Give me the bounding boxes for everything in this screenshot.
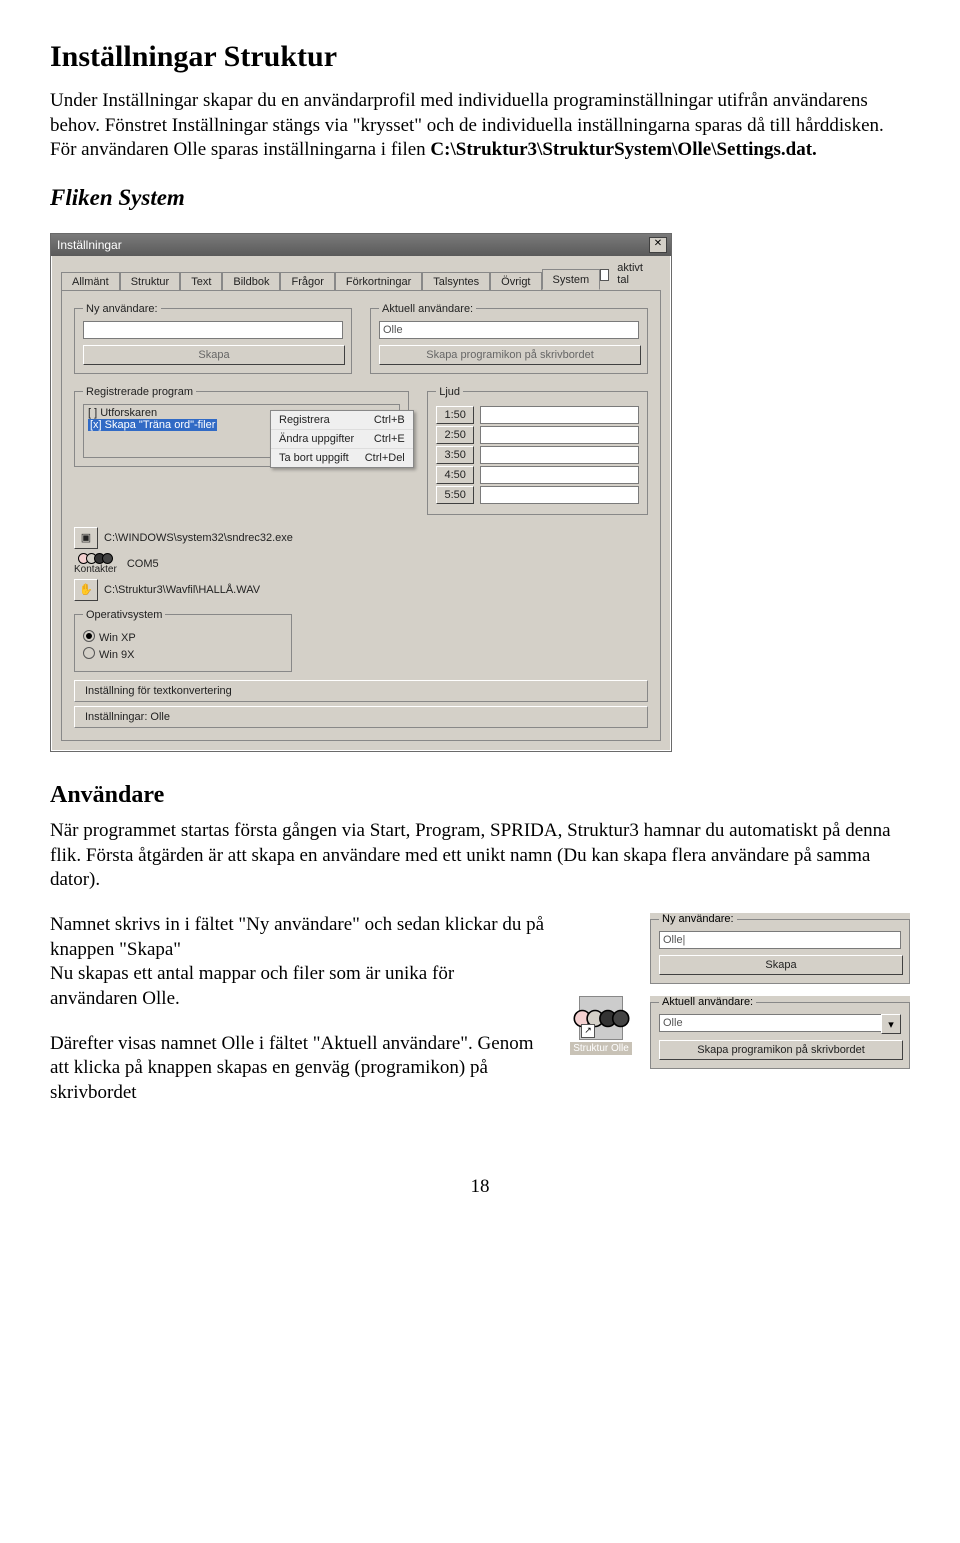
snippet-akt-input[interactable] (659, 1014, 882, 1032)
recorder-icon[interactable]: ▣ (74, 527, 98, 549)
menu-label: Ta bort uppgift (279, 452, 349, 464)
tab-system[interactable]: System (542, 269, 601, 290)
ljud-button[interactable]: 4:50 (436, 466, 474, 484)
snippet-ny-anvandare: Ny användare: Skapa (650, 913, 910, 984)
com-port-label: COM5 (127, 558, 159, 570)
desktop-shortcut-icon[interactable]: ↗ Struktur Olle (566, 996, 636, 1055)
aktuell-anvandare-input[interactable] (379, 321, 639, 339)
kontakter-icon (78, 553, 113, 564)
tab-text[interactable]: Text (180, 272, 222, 291)
tab-struktur[interactable]: Struktur (120, 272, 181, 291)
settings-path: C:\Struktur3\StrukturSystem\Olle\Setting… (430, 139, 816, 160)
registrerade-program-legend: Registrerade program (83, 386, 196, 398)
snippet-ny-input[interactable] (659, 931, 901, 949)
aktivt-tal-label: aktivt tal (617, 262, 646, 286)
ljud-input[interactable] (480, 426, 639, 444)
operativsystem-legend: Operativsystem (83, 609, 165, 621)
settings-dialog: Inställningar ✕ Allmänt Struktur Text Bi… (50, 233, 672, 752)
dropdown-icon[interactable]: ▾ (881, 1014, 901, 1034)
menu-label: Ändra uppgifter (279, 433, 354, 445)
radio-icon (83, 647, 95, 659)
menu-shortcut: Ctrl+Del (365, 452, 405, 464)
tab-allmant[interactable]: Allmänt (61, 272, 120, 291)
context-menu: Registrera Ctrl+B Ändra uppgifter Ctrl+E… (270, 410, 414, 468)
menu-label: Registrera (279, 414, 330, 426)
aktuell-anvandare-group: Aktuell användare: Skapa programikon på … (370, 303, 648, 374)
anvandare-paragraph-4: Därefter visas namnet Olle i fältet "Akt… (50, 1032, 546, 1106)
aktivt-tal-checkbox[interactable] (600, 269, 609, 281)
page-title: Inställningar Struktur (50, 40, 910, 74)
menu-shortcut: Ctrl+B (374, 414, 405, 426)
ljud-button[interactable]: 3:50 (436, 446, 474, 464)
ljud-row: 1:50 (436, 406, 639, 424)
ljud-input[interactable] (480, 486, 639, 504)
aktuell-anvandare-legend: Aktuell användare: (379, 303, 476, 315)
dialog-tabs: Allmänt Struktur Text Bildbok Frågor För… (51, 256, 671, 290)
snippet-akt-legend: Aktuell användare: (659, 996, 756, 1008)
ljud-input[interactable] (480, 406, 639, 424)
section-heading-anvandare: Användare (50, 782, 910, 809)
tab-ovrigt[interactable]: Övrigt (490, 272, 541, 291)
menu-shortcut: Ctrl+E (374, 433, 405, 445)
tab-fragor[interactable]: Frågor (280, 272, 334, 291)
section-heading-fliken: Fliken System (50, 183, 910, 213)
ljud-row: 4:50 (436, 466, 639, 484)
text: Nu skapas ett antal mappar och filer som… (50, 963, 454, 1009)
installningar-olle-button[interactable]: Inställningar: Olle (74, 706, 648, 728)
snippet-ny-legend: Ny användare: (659, 913, 737, 925)
ljud-group: Ljud 1:50 2:50 3:50 4:50 5:50 (427, 386, 648, 515)
radio-label: Win 9X (99, 649, 134, 661)
skapa-button[interactable]: Skapa (83, 345, 345, 365)
ljud-input[interactable] (480, 466, 639, 484)
menu-item-tabort[interactable]: Ta bort uppgift Ctrl+Del (271, 449, 413, 467)
ny-anvandare-group: Ny användare: Skapa (74, 303, 352, 374)
ljud-legend: Ljud (436, 386, 463, 398)
shortcut-caption: Struktur Olle (570, 1042, 632, 1055)
ljud-row: 2:50 (436, 426, 639, 444)
radio-win9x[interactable]: Win 9X (83, 646, 283, 661)
anvandare-paragraph-1: När programmet startas första gången via… (50, 819, 910, 893)
kontakter-label: Kontakter (74, 564, 117, 575)
tab-bildbok[interactable]: Bildbok (222, 272, 280, 291)
radio-winxp[interactable]: Win XP (83, 629, 283, 644)
ljud-button[interactable]: 1:50 (436, 406, 474, 424)
menu-item-andra[interactable]: Ändra uppgifter Ctrl+E (271, 430, 413, 449)
anvandare-paragraph-2: Namnet skrivs in i fältet "Ny användare"… (50, 913, 546, 1012)
textkonvertering-button[interactable]: Inställning för textkonvertering (74, 680, 648, 702)
ljud-input[interactable] (480, 446, 639, 464)
snippet-skapa-button[interactable]: Skapa (659, 955, 903, 975)
list-item[interactable]: [x] Skapa "Träna ord"-filer (88, 419, 217, 431)
page-number: 18 (50, 1176, 910, 1198)
ljud-button[interactable]: 5:50 (436, 486, 474, 504)
ljud-row: 5:50 (436, 486, 639, 504)
menu-item-registrera[interactable]: Registrera Ctrl+B (271, 411, 413, 430)
shortcut-arrow-icon: ↗ (581, 1024, 595, 1038)
wav-icon[interactable]: ✋ (74, 579, 98, 601)
aktivt-tal-group: aktivt tal (600, 262, 666, 290)
radio-label: Win XP (99, 632, 136, 644)
sndrec-path: C:\WINDOWS\system32\sndrec32.exe (104, 532, 293, 544)
wav-path: C:\Struktur3\Wavfil\HALLÅ.WAV (104, 584, 260, 596)
skapa-programikon-button[interactable]: Skapa programikon på skrivbordet (379, 345, 641, 365)
ny-anvandare-legend: Ny användare: (83, 303, 161, 315)
dialog-titlebar: Inställningar ✕ (51, 234, 671, 256)
dialog-title: Inställningar (55, 238, 122, 252)
text: Namnet skrivs in i fältet "Ny användare"… (50, 914, 544, 960)
tab-forkortningar[interactable]: Förkortningar (335, 272, 422, 291)
ljud-row: 3:50 (436, 446, 639, 464)
intro-paragraph: Under Inställningar skapar du en använda… (50, 89, 910, 163)
operativsystem-group: Operativsystem Win XP Win 9X (74, 609, 292, 672)
snippet-skapa-ikon-button[interactable]: Skapa programikon på skrivbordet (659, 1040, 903, 1060)
radio-icon (83, 630, 95, 642)
ny-anvandare-input[interactable] (83, 321, 343, 339)
ljud-button[interactable]: 2:50 (436, 426, 474, 444)
snippet-aktuell-anvandare: Aktuell användare: ▾ Skapa programikon p… (650, 996, 910, 1069)
tab-panel-system: Ny användare: Skapa Aktuell användare: S… (61, 290, 661, 741)
tab-talsyntes[interactable]: Talsyntes (422, 272, 490, 291)
close-icon[interactable]: ✕ (649, 237, 667, 253)
shortcut-image: ↗ (579, 996, 623, 1040)
